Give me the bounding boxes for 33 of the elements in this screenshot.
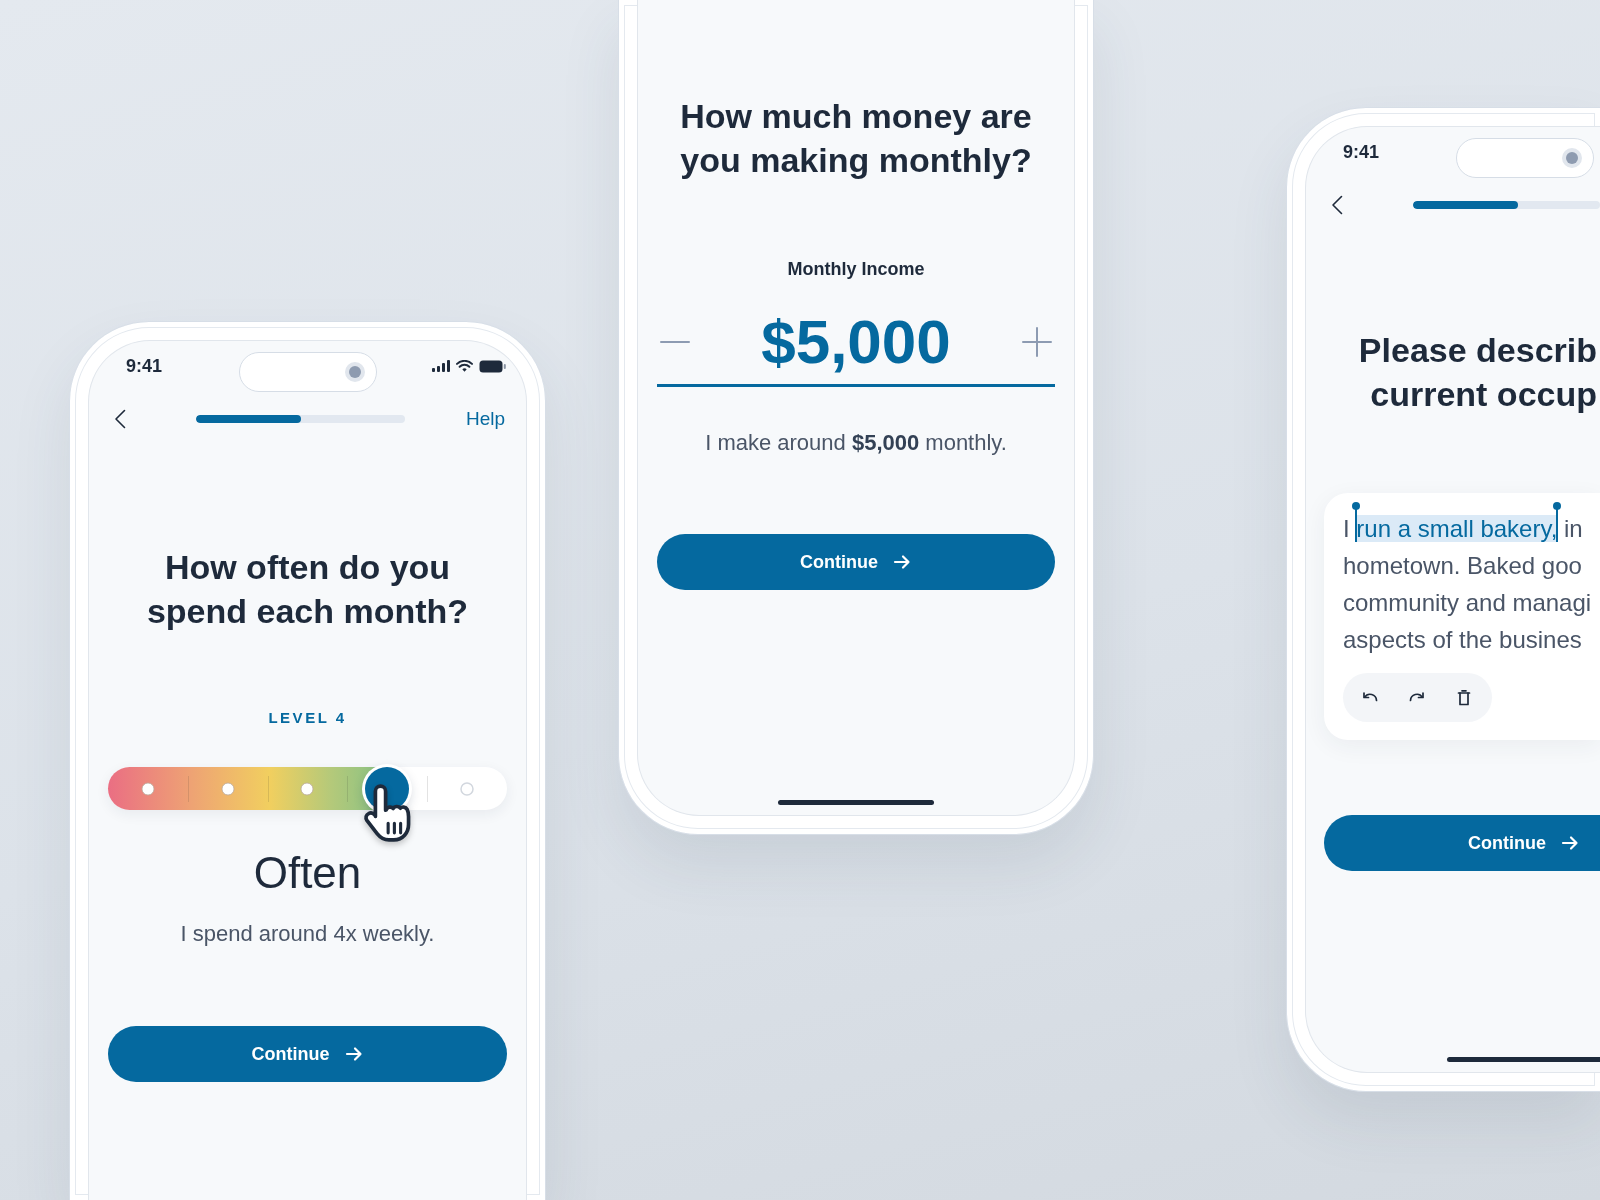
answer-field[interactable]: I run a small bakery, in hometown. Baked goo community and managi aspects of the busines (1343, 510, 1592, 658)
camera-notch-icon (239, 352, 378, 392)
question-title: How often do you spend each month? (145, 547, 470, 632)
back-button[interactable] (1331, 195, 1343, 215)
plus-icon (1022, 327, 1052, 357)
minus-icon (660, 341, 690, 343)
step-dot-icon[interactable] (460, 782, 475, 796)
level-slider[interactable] (108, 767, 507, 810)
continue-button[interactable]: Continue (1324, 815, 1600, 871)
help-link[interactable]: Help (465, 407, 505, 431)
increment-button[interactable] (1022, 327, 1052, 357)
chevron-left-icon (114, 409, 126, 429)
answer-label: Often (253, 848, 362, 898)
answer-detail: I spend around 4x weekly. (180, 920, 435, 948)
status-time: 9:41 (1343, 141, 1380, 164)
step-dot-icon[interactable] (300, 782, 315, 796)
continue-button[interactable]: Continue (108, 1026, 507, 1082)
camera-notch-icon (1456, 138, 1595, 178)
battery-icon (479, 359, 506, 373)
wifi-icon (456, 360, 473, 372)
step-dot-icon[interactable] (220, 782, 235, 796)
step-dot-icon[interactable] (140, 782, 155, 796)
status-time: 9:41 (126, 355, 163, 378)
field-label: Monthly Income (787, 258, 925, 281)
chevron-left-icon (1331, 195, 1343, 215)
question-title: Please describ current occup (1358, 330, 1597, 415)
back-button[interactable] (114, 409, 126, 429)
level-label: LEVEL 4 (268, 708, 347, 728)
continue-button[interactable]: Continue (657, 534, 1055, 590)
question-title: How much money are you making monthly? (679, 96, 1033, 181)
signal-icon (432, 360, 450, 372)
amount-field[interactable]: $5,000 (657, 300, 1055, 387)
summary-text: I make around $5,000 monthly. (705, 429, 1007, 457)
